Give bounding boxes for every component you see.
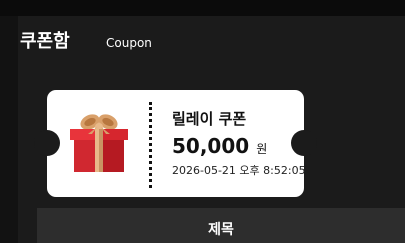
page-subtitle: Coupon bbox=[106, 36, 152, 50]
coupon-amount: 50,000 bbox=[172, 134, 250, 158]
coupon-unit: 원 bbox=[256, 142, 268, 156]
gift-box-icon bbox=[70, 114, 128, 172]
coupon-name: 릴레이 쿠폰 bbox=[172, 110, 247, 128]
ticket-notch-left bbox=[34, 130, 60, 156]
coupon-card[interactable]: 릴레이 쿠폰 50,000 원 2026-05-21 오후 8:52:05 bbox=[34, 90, 317, 197]
ticket-divider bbox=[149, 102, 152, 188]
coupon-date: 2026-05-21 오후 8:52:05 bbox=[172, 164, 306, 177]
coupon-amount-row: 50,000 원 bbox=[172, 134, 267, 158]
top-bar bbox=[0, 0, 405, 16]
page-title: 쿠폰함 bbox=[20, 31, 70, 52]
ticket-notch-right bbox=[291, 130, 317, 156]
table-header: 제목 bbox=[37, 208, 405, 243]
table-header-title: 제목 bbox=[208, 222, 234, 238]
